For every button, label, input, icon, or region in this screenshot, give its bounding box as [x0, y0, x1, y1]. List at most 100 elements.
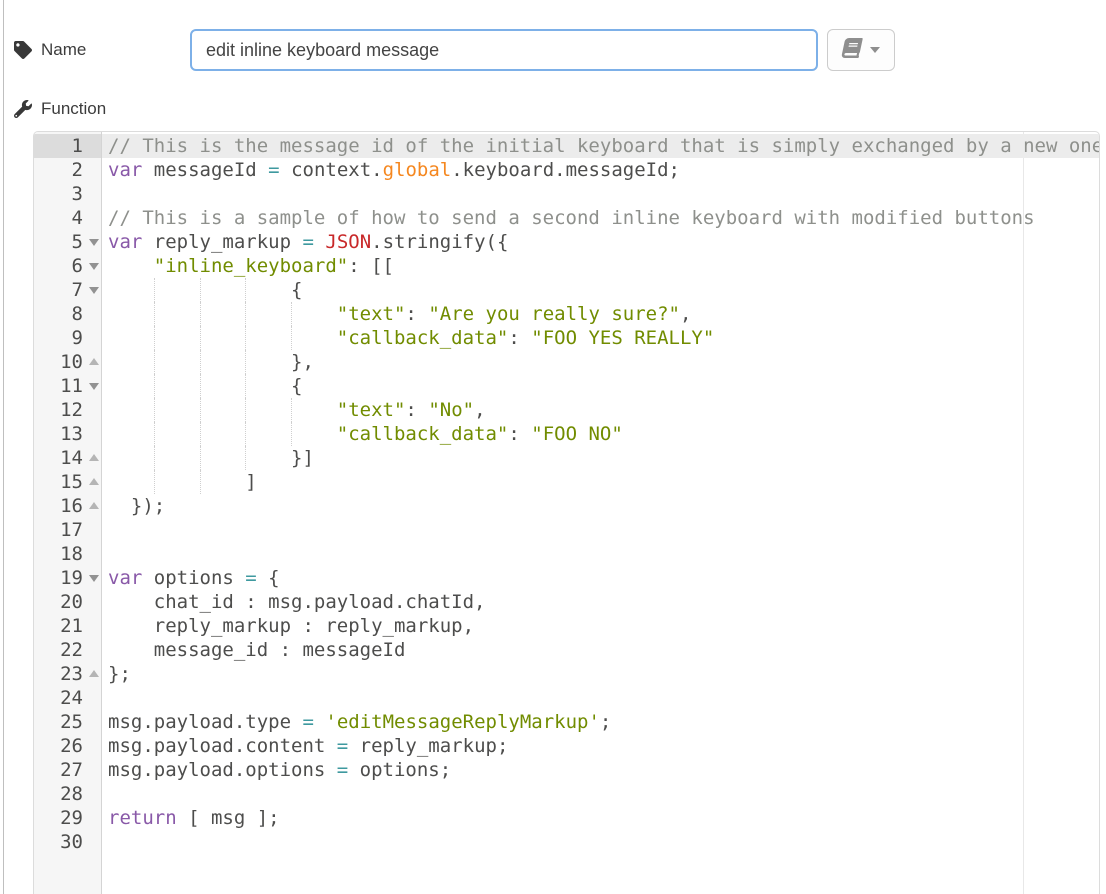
- indent-guide: [245, 326, 246, 350]
- code-token: JSON: [325, 231, 371, 253]
- fold-end-icon[interactable]: [89, 502, 99, 509]
- fold-open-icon[interactable]: [89, 239, 99, 246]
- code-token: [314, 231, 325, 253]
- gutter-line-number: 21: [34, 614, 101, 638]
- code-token: context.: [280, 159, 383, 181]
- gutter-line-number: 2: [34, 158, 101, 182]
- code-line[interactable]: message_id : messageId: [102, 638, 1099, 662]
- indent-guide: [245, 302, 246, 326]
- function-label: Function: [41, 99, 106, 119]
- indent-guide: [154, 470, 155, 494]
- indent-guide: [200, 422, 201, 446]
- indent-guide: [154, 374, 155, 398]
- code-editor[interactable]: 1234567891011121314151617181920212223242…: [33, 131, 1100, 894]
- indent-guide: [245, 398, 246, 422]
- gutter-line-number: 11: [34, 374, 101, 398]
- gutter-line-number: 1: [34, 134, 101, 158]
- code-token: 'editMessageReplyMarkup': [325, 711, 600, 733]
- indent-guide: [245, 350, 246, 374]
- indent-guide: [154, 422, 155, 446]
- code-line[interactable]: }]: [102, 446, 1099, 470]
- code-line[interactable]: var reply_markup = JSON.stringify({: [102, 230, 1099, 254]
- code-token: ,: [680, 303, 691, 325]
- gutter-line-number: 9: [34, 326, 101, 350]
- fold-end-icon[interactable]: [89, 478, 99, 485]
- code-token: // This is a sample of how to send a sec…: [108, 207, 1035, 229]
- indent-guide: [245, 422, 246, 446]
- code-line[interactable]: {: [102, 374, 1099, 398]
- code-line[interactable]: chat_id : msg.payload.chatId,: [102, 590, 1099, 614]
- code-line[interactable]: [102, 782, 1099, 806]
- fold-open-icon[interactable]: [89, 383, 99, 390]
- code-line[interactable]: "text": "No",: [102, 398, 1099, 422]
- code-line[interactable]: "inline_keyboard": [[: [102, 254, 1099, 278]
- code-token: [108, 423, 337, 445]
- code-token: [314, 711, 325, 733]
- library-button[interactable]: [827, 29, 895, 71]
- fold-open-icon[interactable]: [89, 575, 99, 582]
- code-token: =: [337, 759, 348, 781]
- function-field-row: Function: [14, 99, 106, 119]
- code-line[interactable]: [102, 518, 1099, 542]
- code-line[interactable]: reply_markup : reply_markup,: [102, 614, 1099, 638]
- code-line[interactable]: // This is the message id of the initial…: [102, 134, 1099, 158]
- code-token: {: [108, 375, 302, 397]
- code-line[interactable]: [102, 542, 1099, 566]
- code-token: },: [108, 351, 314, 373]
- code-line[interactable]: "text": "Are you really sure?",: [102, 302, 1099, 326]
- indent-guide: [200, 446, 201, 470]
- code-token: [108, 303, 337, 325]
- code-line[interactable]: [102, 182, 1099, 206]
- code-line[interactable]: msg.payload.type = 'editMessageReplyMark…: [102, 710, 1099, 734]
- code-line[interactable]: // This is a sample of how to send a sec…: [102, 206, 1099, 230]
- indent-guide: [245, 446, 246, 470]
- code-token: msg.payload.content: [108, 735, 337, 757]
- fold-open-icon[interactable]: [89, 287, 99, 294]
- code-token: ,: [474, 399, 485, 421]
- code-line[interactable]: ]: [102, 470, 1099, 494]
- code-token: reply_markup;: [348, 735, 508, 757]
- code-line[interactable]: });: [102, 494, 1099, 518]
- name-input[interactable]: [190, 29, 818, 71]
- indent-guide: [291, 302, 292, 326]
- code-token: }]: [108, 447, 314, 469]
- gutter-line-number: 28: [34, 782, 101, 806]
- code-line[interactable]: },: [102, 350, 1099, 374]
- fold-end-icon[interactable]: [89, 670, 99, 677]
- gutter-line-number: 10: [34, 350, 101, 374]
- code-line[interactable]: msg.payload.options = options;: [102, 758, 1099, 782]
- indent-guide: [154, 446, 155, 470]
- code-line[interactable]: [102, 686, 1099, 710]
- code-line[interactable]: msg.payload.content = reply_markup;: [102, 734, 1099, 758]
- code-lines[interactable]: // This is the message id of the initial…: [102, 132, 1099, 894]
- code-line[interactable]: "callback_data": "FOO NO": [102, 422, 1099, 446]
- gutter-line-number: 4: [34, 206, 101, 230]
- gutter-line-number: 20: [34, 590, 101, 614]
- indent-guide: [200, 470, 201, 494]
- fold-end-icon[interactable]: [89, 358, 99, 365]
- code-line[interactable]: var options = {: [102, 566, 1099, 590]
- code-line[interactable]: [102, 830, 1099, 854]
- gutter-line-number: 27: [34, 758, 101, 782]
- indent-guide: [154, 398, 155, 422]
- fold-open-icon[interactable]: [89, 263, 99, 270]
- code-token: msg.payload.options: [108, 759, 337, 781]
- code-line[interactable]: var messageId = context.global.keyboard.…: [102, 158, 1099, 182]
- code-line[interactable]: };: [102, 662, 1099, 686]
- code-line[interactable]: "callback_data": "FOO YES REALLY": [102, 326, 1099, 350]
- code-token: ;: [600, 711, 611, 733]
- code-token: "No": [428, 399, 474, 421]
- code-line[interactable]: {: [102, 278, 1099, 302]
- code-line[interactable]: return [ msg ];: [102, 806, 1099, 830]
- fold-end-icon[interactable]: [89, 454, 99, 461]
- gutter-line-number: 12: [34, 398, 101, 422]
- indent-guide: [154, 326, 155, 350]
- gutter-line-number: 17: [34, 518, 101, 542]
- gutter-line-number: 26: [34, 734, 101, 758]
- indent-guide: [154, 302, 155, 326]
- indent-guide: [154, 350, 155, 374]
- code-token: :: [508, 327, 531, 349]
- code-token: // This is the message id of the initial…: [108, 135, 1099, 157]
- code-token: return: [108, 807, 177, 829]
- code-token: "FOO NO": [531, 423, 623, 445]
